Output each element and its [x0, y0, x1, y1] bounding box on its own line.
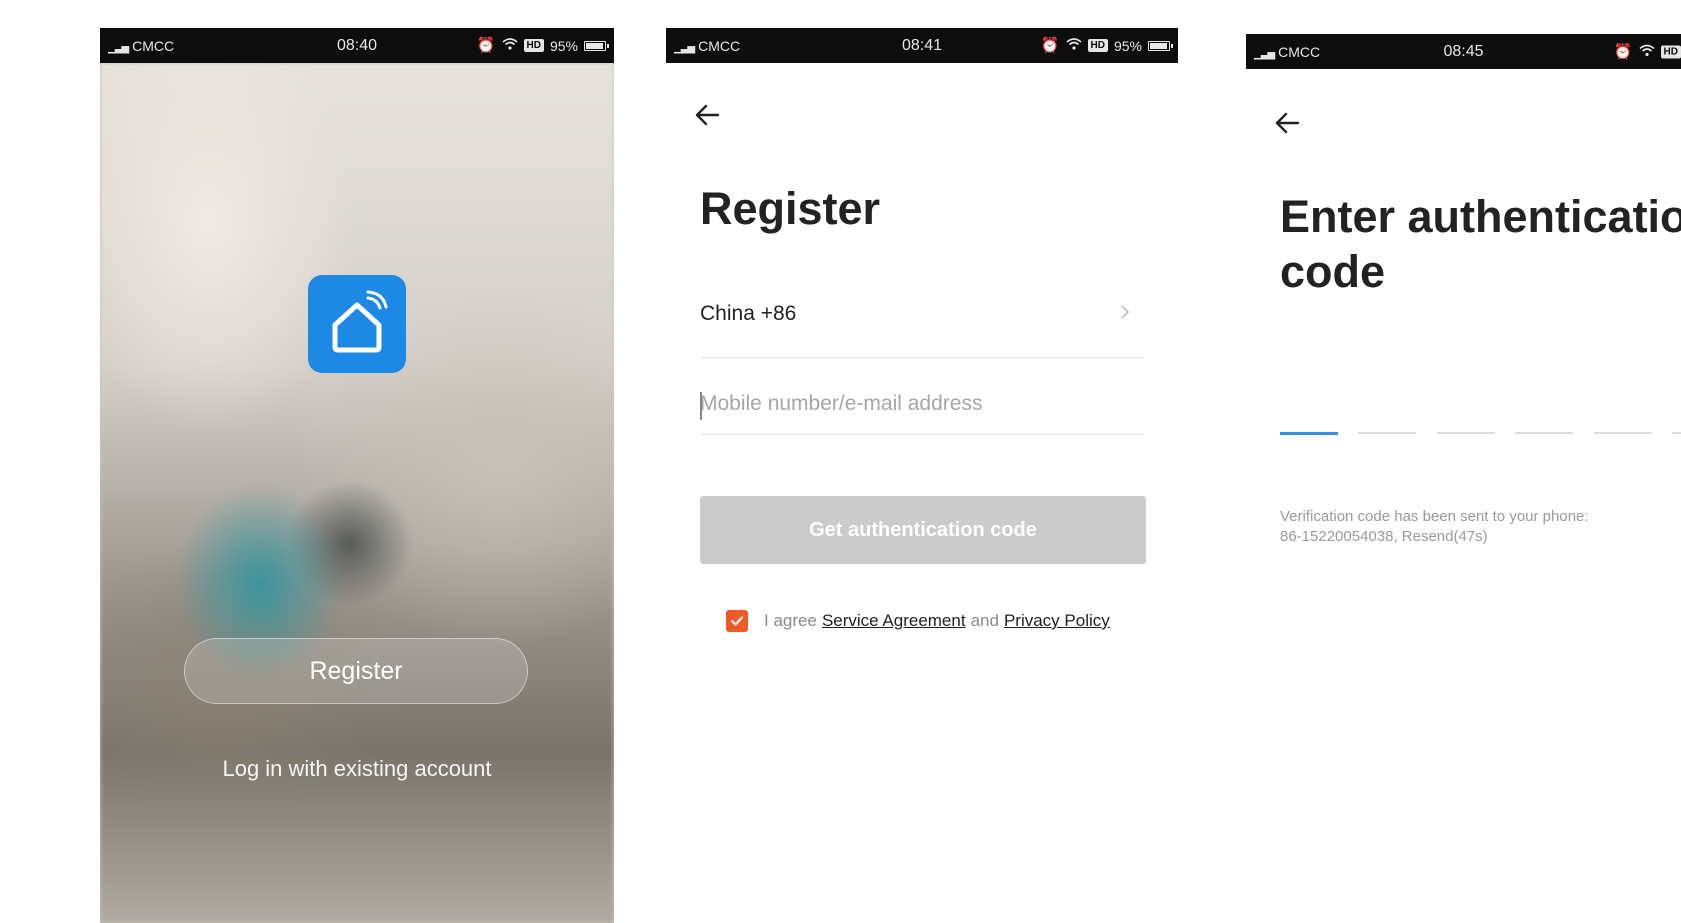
- status-time: 08:45: [1443, 42, 1484, 60]
- agree-checkbox[interactable]: [726, 610, 748, 632]
- carrier-indicator: ▁▃▅ CMCC: [674, 38, 740, 54]
- hd-badge: HD: [523, 39, 544, 52]
- home-wifi-icon: [332, 290, 388, 353]
- verification-line-1: Verification code has been sent to your …: [1280, 508, 1589, 525]
- status-time: 08:40: [336, 36, 378, 54]
- status-icons: ⏰ HD: [1614, 44, 1681, 59]
- alarm-icon: ⏰: [476, 37, 496, 54]
- page-title: Enter authentication code: [1280, 189, 1681, 299]
- signal-icon: ▁▃▅: [674, 42, 695, 54]
- signal-icon: ▁▃▅: [108, 42, 129, 54]
- phone-email-input[interactable]: [700, 373, 1144, 435]
- carrier-name: CMCC: [1278, 43, 1321, 60]
- register-button[interactable]: Register: [184, 638, 528, 704]
- page-title: Register: [700, 183, 881, 234]
- chevron-right-icon: [1120, 304, 1130, 325]
- blurred-living-room-background: [100, 63, 614, 923]
- status-icons: ⏰ HD 95%: [1040, 37, 1173, 54]
- battery-percent: 95%: [549, 37, 578, 54]
- checkmark-icon: [730, 616, 744, 626]
- battery-percent: 95%: [1113, 37, 1142, 54]
- code-slot[interactable]: [1358, 432, 1416, 434]
- alarm-icon: ⏰: [1040, 37, 1060, 54]
- country-code-label: China +86: [700, 302, 797, 325]
- code-slot[interactable]: [1280, 432, 1338, 435]
- agreement-row: I agree Service Agreement and Privacy Po…: [726, 608, 1115, 634]
- verification-line-2[interactable]: 86-15220054038, Resend(47s): [1280, 527, 1680, 547]
- arrow-left-icon: [1275, 112, 1300, 134]
- app-logo: [308, 275, 406, 373]
- wifi-icon: [501, 38, 518, 53]
- wifi-icon: [1065, 38, 1082, 53]
- agree-prefix: I agree: [764, 611, 817, 630]
- signal-icon: ▁▃▅: [1254, 48, 1275, 60]
- code-slot[interactable]: [1594, 432, 1652, 434]
- carrier-indicator: ▁▃▅ CMCC: [108, 38, 174, 54]
- carrier-name: CMCC: [698, 37, 741, 54]
- login-existing-account-link[interactable]: Log in with existing account: [100, 756, 614, 782]
- get-authentication-code-button[interactable]: Get authentication code: [700, 496, 1146, 564]
- status-time: 08:41: [901, 36, 943, 54]
- country-selector[interactable]: China +86: [700, 290, 1144, 358]
- hd-badge: HD: [1087, 39, 1108, 52]
- carrier-name: CMCC: [132, 37, 175, 54]
- register-screen: ▁▃▅ CMCC 08:41 ⏰ HD 95% Register China +8…: [666, 28, 1178, 923]
- status-bar: ▁▃▅ CMCC 08:45 ⏰ HD: [1246, 34, 1681, 69]
- status-bar: ▁▃▅ CMCC 08:41 ⏰ HD 95%: [666, 28, 1178, 63]
- status-bar: ▁▃▅ CMCC 08:40 ⏰ HD 95%: [100, 28, 614, 63]
- auth-code-screen: ▁▃▅ CMCC 08:45 ⏰ HD Enter authentication …: [1246, 34, 1681, 923]
- arrow-left-icon: [695, 104, 720, 126]
- verification-sent-message: Verification code has been sent to your …: [1280, 507, 1680, 547]
- title-line-1: Enter authentication: [1280, 191, 1681, 242]
- status-icons: ⏰ HD 95%: [476, 37, 609, 54]
- code-slot[interactable]: [1515, 432, 1573, 434]
- battery-icon: [1148, 40, 1173, 51]
- code-slot[interactable]: [1437, 432, 1495, 434]
- and-word: and: [970, 611, 999, 630]
- alarm-icon: ⏰: [1613, 43, 1633, 60]
- privacy-policy-link[interactable]: Privacy Policy: [1004, 611, 1110, 631]
- welcome-screen: ▁▃▅ CMCC 08:40 ⏰ HD 95% Register Log in w…: [100, 28, 614, 923]
- wifi-icon: [1639, 44, 1655, 59]
- back-button[interactable]: [690, 98, 724, 132]
- title-line-2: code: [1280, 246, 1386, 297]
- hd-badge: HD: [1660, 45, 1681, 58]
- battery-icon: [584, 40, 609, 51]
- code-slot[interactable]: [1672, 432, 1681, 434]
- text-cursor: [700, 392, 702, 420]
- carrier-indicator: ▁▃▅ CMCC: [1254, 44, 1320, 60]
- service-agreement-link[interactable]: Service Agreement: [822, 611, 966, 631]
- back-button[interactable]: [1270, 106, 1304, 140]
